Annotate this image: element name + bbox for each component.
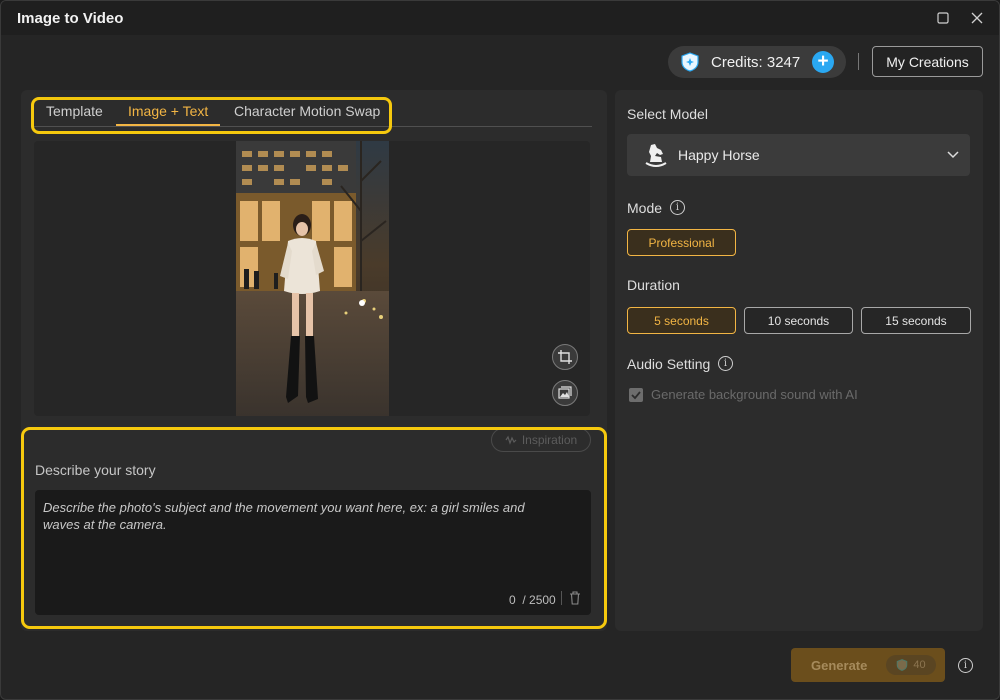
duration-10s-button[interactable]: 10 seconds	[744, 307, 853, 334]
trash-icon[interactable]	[569, 591, 581, 605]
char-counter: 0 / 2500	[509, 593, 556, 607]
mode-professional-button[interactable]: Professional	[627, 229, 736, 256]
char-count: 0	[509, 593, 516, 607]
counter-divider	[561, 591, 562, 605]
background-sound-checkbox[interactable]	[629, 388, 643, 402]
inspiration-label: Inspiration	[521, 433, 578, 447]
story-textarea[interactable]: Describe the photo's subject and the mov…	[35, 490, 591, 615]
tab-template[interactable]: Template	[34, 97, 115, 126]
duration-label: Duration	[627, 277, 680, 293]
header-divider	[858, 53, 859, 70]
check-icon	[631, 391, 641, 400]
char-max: / 2500	[522, 593, 556, 607]
replace-image-icon	[558, 386, 572, 399]
duration-5s-button[interactable]: 5 seconds	[627, 307, 736, 334]
close-icon	[971, 12, 983, 24]
add-credits-button[interactable]: +	[812, 51, 834, 73]
credits-shield-icon	[897, 659, 908, 671]
wave-icon	[505, 435, 517, 445]
tab-image-text[interactable]: Image + Text	[116, 97, 221, 126]
title-bar: Image to Video	[1, 1, 999, 35]
mode-info-icon[interactable]: i	[670, 200, 685, 215]
maximize-button[interactable]	[934, 9, 952, 27]
generate-button[interactable]: Generate 40	[791, 648, 945, 682]
rocking-horse-icon	[645, 144, 667, 167]
mode-tabs: Template Image + Text Character Motion S…	[34, 97, 592, 127]
duration-15s-button[interactable]: 15 seconds	[861, 307, 971, 334]
generate-cost: 40	[913, 659, 926, 671]
select-model-label: Select Model	[627, 106, 708, 122]
app-window: Image to Video Credits: 3247 + My Creati…	[0, 0, 1000, 700]
plus-icon: +	[817, 51, 829, 72]
mode-label: Mode	[627, 200, 663, 216]
replace-image-button[interactable]	[552, 380, 578, 406]
generate-label: Generate	[811, 658, 868, 673]
uploaded-photo	[236, 141, 389, 416]
story-placeholder: Describe the photo's subject and the mov…	[43, 500, 525, 532]
my-creations-button[interactable]: My Creations	[872, 46, 983, 77]
model-name: Happy Horse	[678, 147, 760, 163]
generate-info-icon[interactable]: i	[958, 658, 973, 673]
story-label: Describe your story	[35, 462, 156, 478]
generate-cost-badge: 40	[886, 655, 936, 675]
credits-label: Credits: 3247	[711, 53, 801, 71]
crop-icon	[558, 350, 572, 364]
credits-pill: Credits: 3247 +	[668, 46, 846, 78]
inspiration-button[interactable]: Inspiration	[491, 428, 591, 452]
window-title: Image to Video	[17, 10, 124, 27]
chevron-down-icon	[947, 151, 959, 159]
background-sound-label: Generate background sound with AI	[651, 387, 858, 402]
audio-setting-label: Audio Setting	[627, 356, 711, 372]
credits-shield-icon	[681, 52, 699, 72]
model-dropdown[interactable]: Happy Horse	[627, 134, 970, 176]
close-button[interactable]	[968, 9, 986, 27]
maximize-icon	[937, 12, 949, 24]
audio-info-icon[interactable]: i	[718, 356, 733, 371]
tab-character-motion-swap[interactable]: Character Motion Swap	[222, 97, 392, 126]
crop-button[interactable]	[552, 344, 578, 370]
